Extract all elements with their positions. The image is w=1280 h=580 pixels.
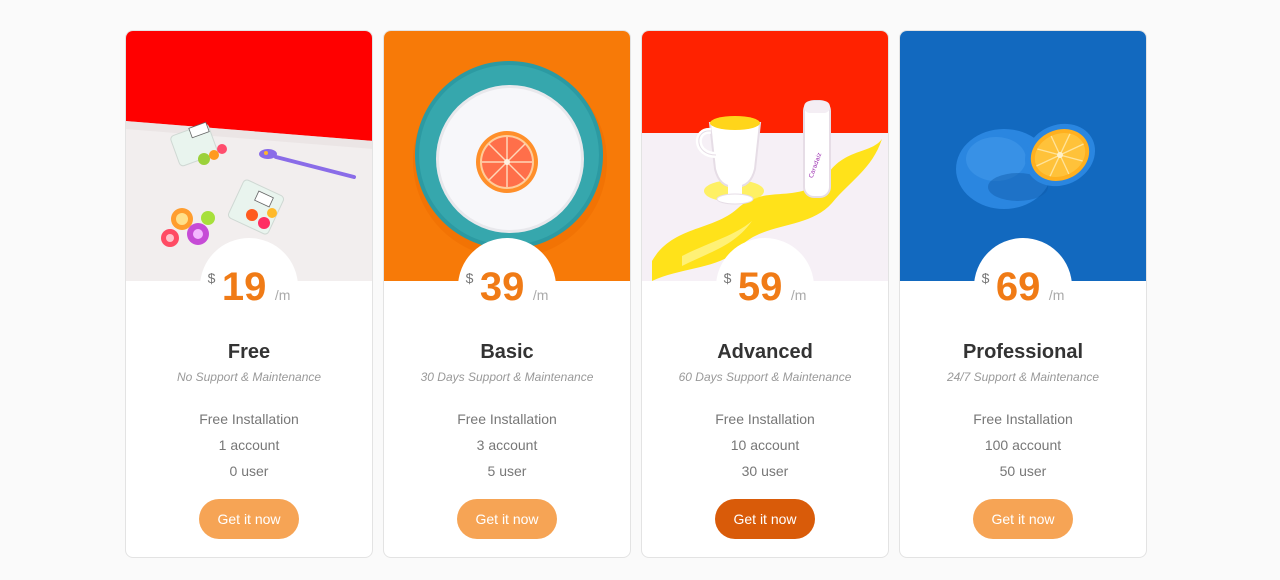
price-amount: 69 [995,265,1041,309]
price-period: /m [790,287,807,303]
feature-item: 1 account [218,437,280,453]
price-amount: 19 [221,265,267,309]
price-currency: $ [981,270,990,286]
feature-item: 3 account [476,437,538,453]
price-currency: $ [723,270,732,286]
get-it-now-button-professional[interactable]: Get it now [973,499,1073,539]
feature-item: 30 user [741,463,789,479]
price: $ 19 /m [126,267,372,307]
price-period: /m [532,287,549,303]
get-it-now-button-advanced[interactable]: Get it now [715,499,815,539]
plan-name: Basic [480,341,534,363]
get-it-now-button-free[interactable]: Get it now [199,499,299,539]
hero-image-candy [126,31,372,281]
plan-name: Free [227,341,271,363]
feature-item: Free Installation [973,411,1073,427]
feature-item: 0 user [229,463,269,479]
plan-support: 30 Days Support & Maintenance [420,370,594,384]
pricing-card-advanced: Caradaiz $ 59 /m Advanced 60 Days Suppor… [641,30,889,558]
hero-image-orange-plate [384,31,630,281]
price-amount: 39 [479,265,525,309]
price-currency: $ [207,270,216,286]
price-period: /m [274,287,291,303]
get-it-now-button-basic[interactable]: Get it now [457,499,557,539]
feature-item: 100 account [984,437,1062,453]
price-currency: $ [465,270,474,286]
plan-support: 24/7 Support & Maintenance [946,370,1100,384]
price: $ 69 /m [900,267,1146,307]
plan-support: 60 Days Support & Maintenance [678,370,852,384]
feature-list: Free Installation 100 account 50 user [900,406,1146,484]
pricing-card-professional: $ 69 /m Professional 24/7 Support & Main… [899,30,1147,558]
feature-item: 10 account [730,437,800,453]
feature-list: Free Installation 1 account 0 user [126,406,372,484]
hero-image-spilled-juice: Caradaiz [642,31,888,281]
feature-item: 5 user [487,463,527,479]
feature-item: Free Installation [199,411,299,427]
pricing-card-free: $ 19 /m Free No Support & Maintenance Fr… [125,30,373,558]
feature-item: Free Installation [457,411,557,427]
price: $ 59 /m [642,267,888,307]
price-amount: 59 [737,265,783,309]
price: $ 39 /m [384,267,630,307]
feature-item: Free Installation [715,411,815,427]
feature-item: 50 user [999,463,1047,479]
plan-support: No Support & Maintenance [176,370,322,384]
plan-name: Professional [962,341,1084,363]
price-period: /m [1048,287,1065,303]
pricing-card-basic: $ 39 /m Basic 30 Days Support & Maintena… [383,30,631,558]
feature-list: Free Installation 10 account 30 user [642,406,888,484]
pricing-cards: $ 19 /m Free No Support & Maintenance Fr… [125,30,1147,558]
feature-list: Free Installation 3 account 5 user [384,406,630,484]
plan-name: Advanced [717,341,813,363]
hero-image-blue-orange [900,31,1146,281]
